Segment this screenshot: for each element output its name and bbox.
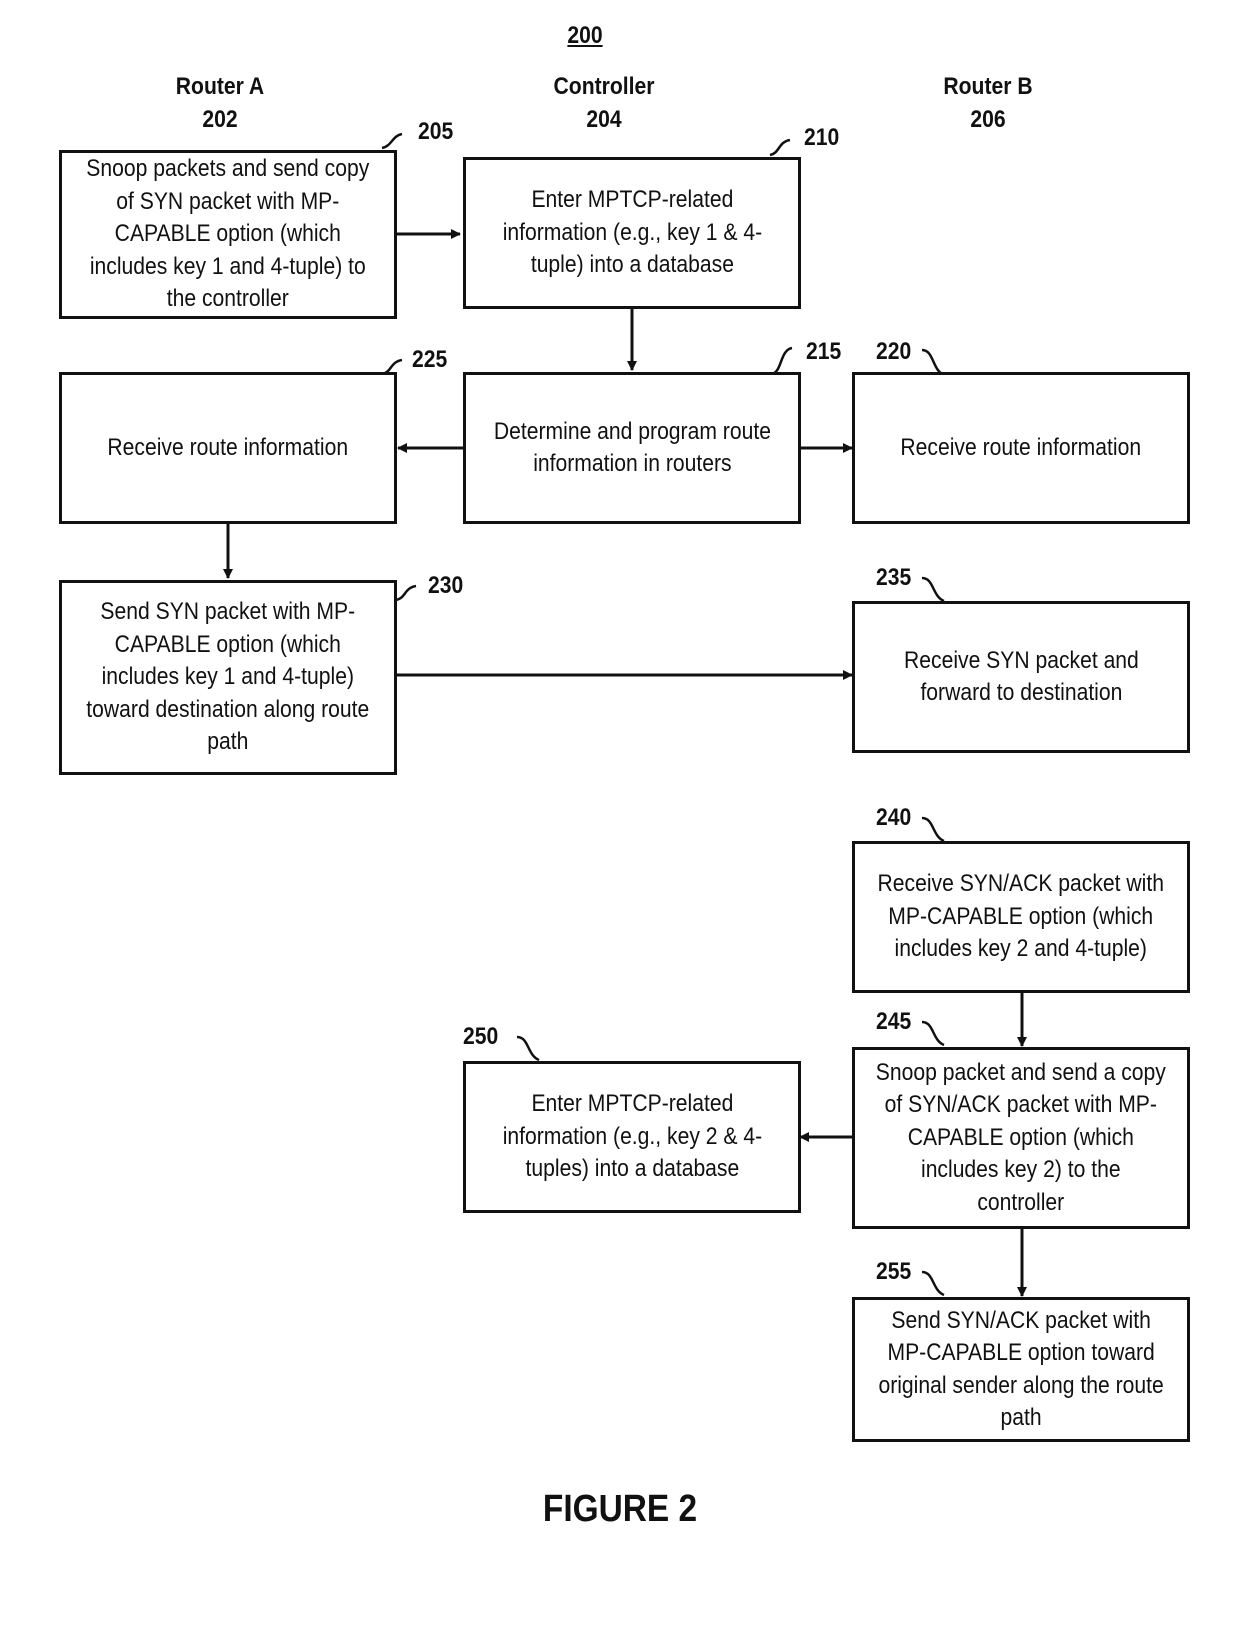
step-220-box: Receive route information [852, 372, 1190, 524]
leader-240 [921, 816, 945, 843]
ref-210: 210 [804, 124, 840, 151]
step-245-text: Snoop packet and send a copy of SYN/ACK … [875, 1058, 1167, 1216]
step-215-box: Determine and program route information … [463, 372, 801, 524]
ref-220: 220 [876, 338, 912, 365]
step-225-text: Receive route information [107, 433, 349, 461]
ref-250: 250 [463, 1023, 499, 1050]
step-215-text: Determine and program route information … [493, 417, 771, 478]
leader-235 [921, 576, 945, 603]
leader-215 [771, 346, 793, 376]
ref-240: 240 [876, 804, 912, 831]
step-230-text: Send SYN packet with MP- CAPABLE option … [86, 598, 370, 756]
step-250-text: Enter MPTCP-related information (e.g., k… [502, 1090, 762, 1183]
figure-caption: FIGURE 2 [542, 1488, 698, 1530]
ref-255: 255 [876, 1258, 912, 1285]
step-205-box: Snoop packets and send copy of SYN packe… [59, 150, 397, 319]
leader-250 [516, 1035, 540, 1062]
step-205-text: Snoop packets and send copy of SYN packe… [86, 155, 370, 313]
step-245-box: Snoop packet and send a copy of SYN/ACK … [852, 1047, 1190, 1229]
ref-205: 205 [418, 118, 454, 145]
step-210-text: Enter MPTCP-related information (e.g., k… [502, 186, 762, 279]
step-235-box: Receive SYN packet and forward to destin… [852, 601, 1190, 753]
ref-215: 215 [806, 338, 842, 365]
ref-235: 235 [876, 564, 912, 591]
ref-245: 245 [876, 1008, 912, 1035]
step-220-text: Receive route information [900, 433, 1142, 461]
step-240-box: Receive SYN/ACK packet with MP-CAPABLE o… [852, 841, 1190, 993]
step-255-text: Send SYN/ACK packet with MP-CAPABLE opti… [878, 1306, 1164, 1432]
leader-205 [381, 132, 403, 150]
leader-245 [921, 1020, 945, 1047]
step-255-box: Send SYN/ACK packet with MP-CAPABLE opti… [852, 1297, 1190, 1442]
ref-230: 230 [428, 572, 464, 599]
leader-210 [769, 138, 791, 157]
step-235-text: Receive SYN packet and forward to destin… [903, 646, 1139, 707]
leader-255 [921, 1270, 945, 1297]
step-230-box: Send SYN packet with MP- CAPABLE option … [59, 580, 397, 775]
step-240-text: Receive SYN/ACK packet with MP-CAPABLE o… [877, 870, 1165, 963]
step-250-box: Enter MPTCP-related information (e.g., k… [463, 1061, 801, 1213]
ref-225: 225 [412, 346, 448, 373]
leader-230 [395, 584, 417, 602]
step-210-box: Enter MPTCP-related information (e.g., k… [463, 157, 801, 309]
step-225-box: Receive route information [59, 372, 397, 524]
